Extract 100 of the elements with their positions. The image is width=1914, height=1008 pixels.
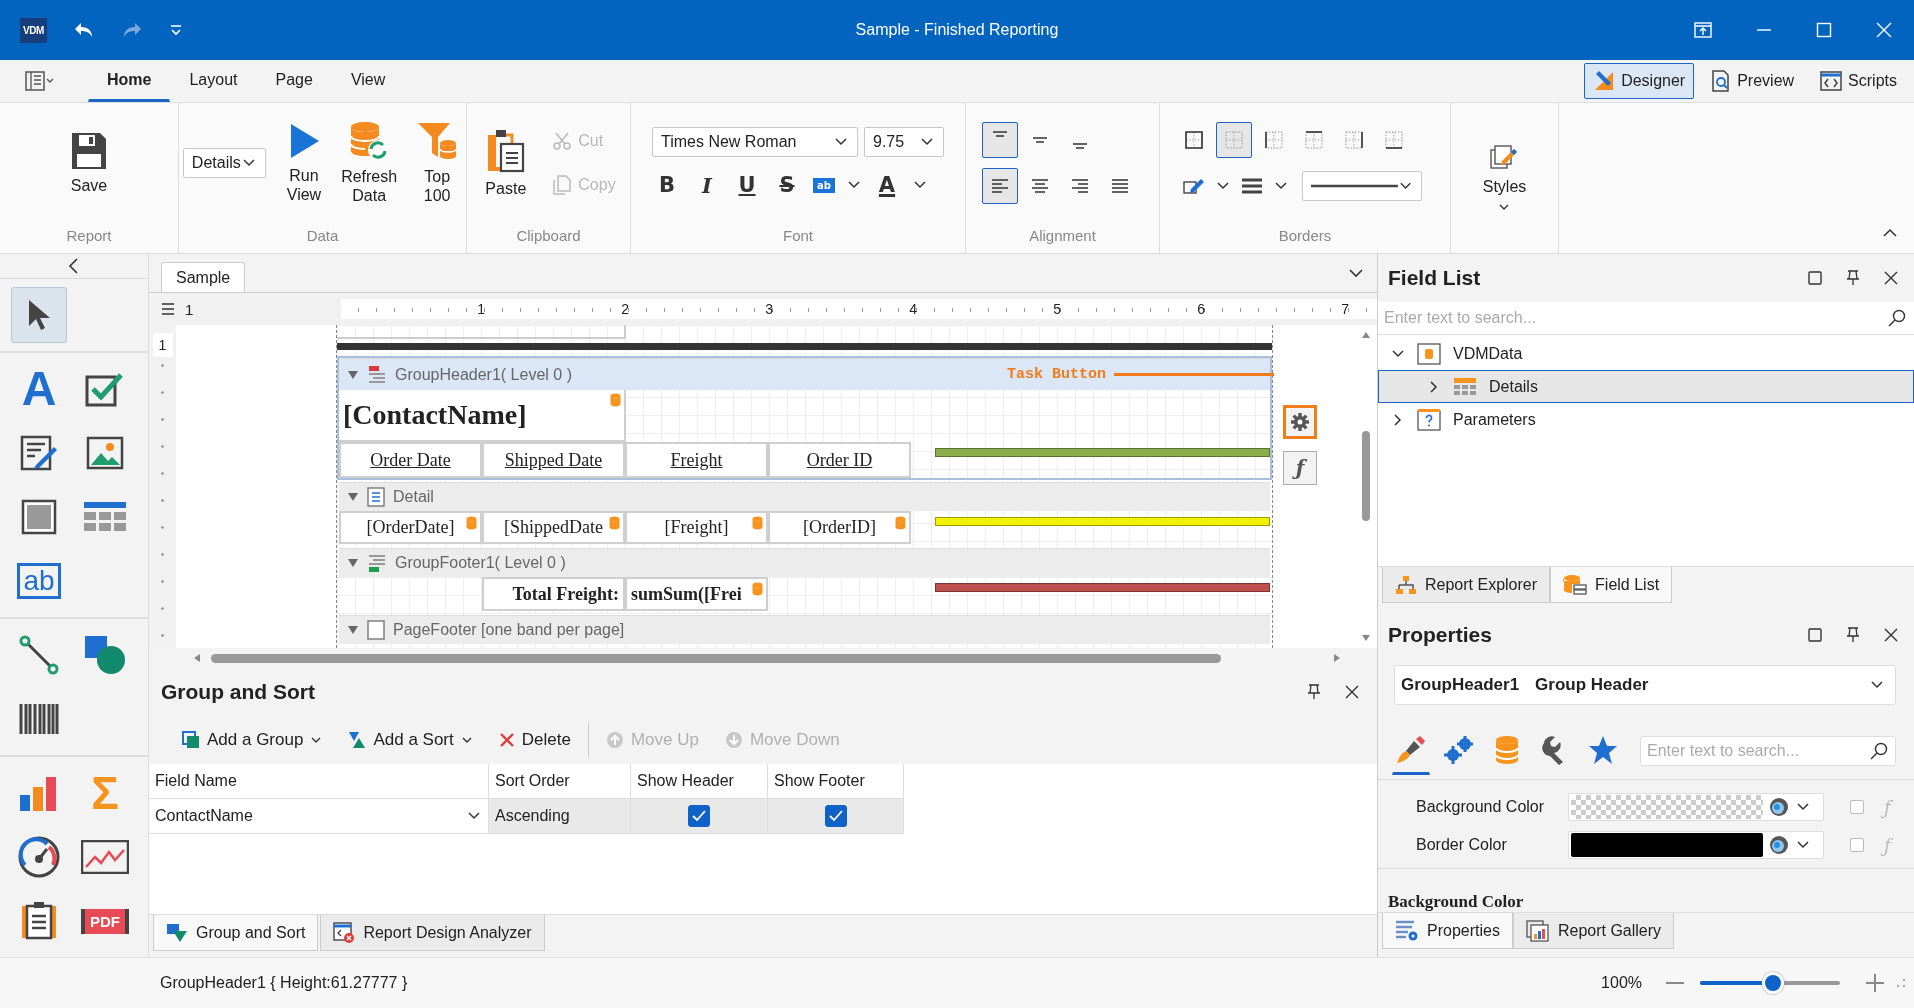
caret-icon[interactable] bbox=[847, 179, 861, 191]
report-field[interactable]: Order Date bbox=[339, 442, 482, 478]
pin-icon[interactable] bbox=[1846, 270, 1860, 286]
customize-icon[interactable] bbox=[168, 23, 183, 37]
panel-tab[interactable]: Report Design Analyzer bbox=[320, 915, 545, 951]
report-field[interactable]: Shipped Date bbox=[482, 442, 625, 478]
report-field[interactable]: sumSum([Frei bbox=[625, 577, 768, 611]
line-style-dropdown[interactable] bbox=[1302, 171, 1422, 201]
highlight-button[interactable]: ab bbox=[813, 177, 835, 193]
field-dropdown[interactable]: ContactName bbox=[149, 799, 489, 834]
delete-button[interactable]: Delete bbox=[489, 725, 580, 755]
tree-item[interactable]: Parameters bbox=[1378, 403, 1914, 436]
color-field[interactable] bbox=[1568, 793, 1824, 821]
ruler-menu-icon[interactable] bbox=[161, 303, 175, 315]
zoom-out-icon[interactable] bbox=[1666, 981, 1684, 985]
paste-button[interactable]: Paste bbox=[480, 123, 532, 203]
scroll-left-icon[interactable] bbox=[193, 653, 201, 663]
report-band[interactable]: PageFooter [one band per page] bbox=[337, 613, 1272, 646]
view-mode-button[interactable]: Preview bbox=[1702, 63, 1804, 99]
panel-tab[interactable]: Report Explorer bbox=[1382, 567, 1551, 603]
color-picker-icon[interactable] bbox=[1769, 835, 1789, 855]
scroll-thumb[interactable] bbox=[1362, 431, 1370, 521]
view-mode-button[interactable]: Scripts bbox=[1811, 63, 1906, 99]
panel-tab[interactable]: Properties bbox=[1382, 913, 1513, 949]
styles-button[interactable]: Styles bbox=[1477, 139, 1532, 217]
panel-tab[interactable]: Field List bbox=[1550, 567, 1673, 603]
panel-tab[interactable]: Report Gallery bbox=[1512, 913, 1675, 949]
color-field[interactable] bbox=[1568, 831, 1824, 859]
ribbon-tab[interactable]: Layout bbox=[170, 60, 257, 102]
save-button[interactable]: Save bbox=[65, 126, 113, 200]
report-field[interactable]: Total Freight: bbox=[482, 577, 625, 611]
pin-icon[interactable] bbox=[1307, 684, 1321, 700]
color-picker-icon[interactable] bbox=[1769, 797, 1789, 817]
tree-item[interactable]: VDMData bbox=[1378, 337, 1914, 370]
chevron-down-icon[interactable] bbox=[1347, 266, 1365, 280]
app-menu-icon[interactable] bbox=[24, 70, 54, 92]
pdf-tool[interactable]: PDF bbox=[77, 893, 133, 949]
border-button[interactable] bbox=[1216, 122, 1252, 158]
checkbox[interactable] bbox=[824, 805, 847, 827]
collapse-caret-icon[interactable] bbox=[347, 369, 359, 380]
report-field[interactable]: [OrderID] bbox=[768, 511, 911, 544]
scroll-down-icon[interactable] bbox=[1361, 634, 1371, 642]
close-icon[interactable] bbox=[1884, 271, 1898, 285]
report-band[interactable]: Detail [OrderDate] [ShippedDate [Freight] [OrderID] bbox=[337, 480, 1272, 546]
resize-grip-icon[interactable] bbox=[1896, 978, 1906, 988]
scroll-right-icon[interactable] bbox=[1333, 653, 1341, 663]
label-tool[interactable]: A bbox=[11, 361, 67, 417]
expression-button[interactable]: ƒ bbox=[1283, 451, 1317, 485]
search-field[interactable]: Enter text to search... bbox=[1640, 736, 1896, 766]
checkbox[interactable] bbox=[1850, 838, 1864, 852]
zoom-slider-thumb[interactable] bbox=[1761, 972, 1784, 994]
italic-button[interactable]: I bbox=[693, 171, 721, 199]
caret-icon[interactable] bbox=[1274, 180, 1288, 192]
add-sort-button[interactable]: Add a Sort bbox=[339, 725, 482, 755]
collapse-caret-icon[interactable] bbox=[347, 492, 359, 502]
report-field[interactable]: Freight bbox=[625, 442, 768, 478]
vertical-align-button[interactable] bbox=[982, 122, 1018, 158]
collapse-caret-icon[interactable] bbox=[347, 625, 359, 635]
ribbon-button[interactable]: Top 100 bbox=[412, 116, 463, 210]
document-tab[interactable]: Sample bbox=[161, 262, 246, 292]
color-button[interactable]: A bbox=[873, 171, 901, 199]
maximize-icon[interactable] bbox=[1808, 628, 1822, 642]
scroll-up-icon[interactable] bbox=[1361, 331, 1371, 339]
tree-item[interactable]: Details bbox=[1378, 370, 1914, 403]
object-dropdown[interactable]: GroupHeader1 Group Header bbox=[1394, 665, 1896, 705]
font-family-dropdown[interactable]: Times New Roman bbox=[652, 127, 858, 157]
ribbon-button[interactable]: Refresh Data bbox=[336, 116, 403, 210]
view-mode-button[interactable]: Designer bbox=[1584, 63, 1695, 99]
pin-icon[interactable] bbox=[1846, 627, 1860, 643]
collapse-ribbon-icon[interactable] bbox=[1882, 227, 1898, 239]
task-button[interactable] bbox=[1283, 405, 1317, 439]
close-icon[interactable] bbox=[1884, 628, 1898, 642]
view-dropdown[interactable]: Details bbox=[182, 148, 266, 178]
selected-band[interactable]: GroupHeader1( Level 0 ) Task Button [ContactName] Order Date Shipped Date Freight Order ID bbox=[337, 356, 1272, 480]
report-field[interactable]: [Freight] bbox=[625, 511, 768, 544]
report-band[interactable]: GroupFooter1( Level 0 ) Total Freight: sumSum([Frei bbox=[337, 546, 1272, 613]
popout-window-icon[interactable] bbox=[1694, 22, 1712, 38]
report-field[interactable]: [ContactName] bbox=[339, 390, 626, 442]
panel-tab[interactable]: Group and Sort bbox=[153, 915, 319, 951]
pointer-tool[interactable] bbox=[11, 287, 67, 343]
chevron-left-icon[interactable] bbox=[68, 257, 80, 275]
ribbon-button[interactable]: Run View bbox=[281, 117, 327, 209]
checkbox[interactable] bbox=[1850, 800, 1864, 814]
report-field[interactable]: Order ID bbox=[768, 442, 911, 478]
scroll-thumb[interactable] bbox=[211, 653, 1221, 663]
add-group-button[interactable]: Add a Group bbox=[173, 725, 332, 755]
horizontal-align-button[interactable] bbox=[982, 168, 1018, 204]
caret-icon[interactable] bbox=[913, 179, 927, 191]
report-field[interactable]: [OrderDate] bbox=[339, 511, 482, 544]
strike-button[interactable]: S bbox=[773, 171, 801, 199]
report-field[interactable]: [ShippedDate bbox=[482, 511, 625, 544]
ribbon-tab[interactable]: View bbox=[331, 60, 405, 102]
close-icon[interactable] bbox=[1345, 685, 1359, 699]
collapse-caret-icon[interactable] bbox=[347, 558, 359, 568]
font-size-dropdown[interactable]: 9.75 bbox=[864, 127, 944, 157]
bold-button[interactable]: B bbox=[653, 171, 681, 199]
checkbox[interactable] bbox=[688, 805, 710, 827]
search-field[interactable]: Enter text to search... bbox=[1378, 302, 1914, 334]
maximize-icon[interactable] bbox=[1808, 271, 1822, 285]
caret-icon[interactable] bbox=[1216, 180, 1230, 192]
